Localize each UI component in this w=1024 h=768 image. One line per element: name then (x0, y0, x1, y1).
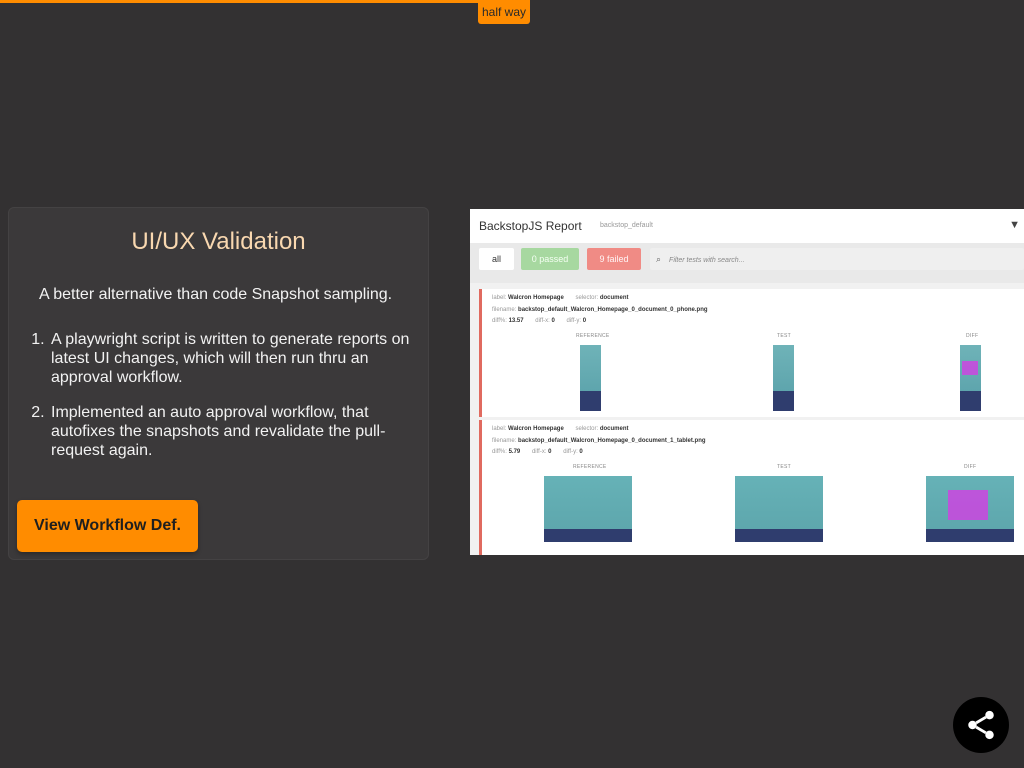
diff-highlight (948, 490, 988, 520)
card-list: A playwright script is written to genera… (49, 330, 433, 476)
report-search: ⌕ Filter tests with search... (650, 248, 1024, 270)
backstop-logo-icon: ▼ (1009, 219, 1020, 231)
slide-card: UI/UX Validation A better alternative th… (8, 207, 429, 560)
report-filters: all 0 passed 9 failed ⌕ Filter tests with… (470, 243, 1024, 283)
reference-thumbnail (580, 345, 601, 411)
test-filename: filename: backstop_default_Walcron_Homep… (492, 307, 708, 313)
test-thumbnail (773, 345, 794, 411)
report-config: backstop_default (600, 222, 653, 229)
col-diff: DIFF (966, 333, 979, 339)
filter-passed: 0 passed (521, 248, 579, 270)
test-row: label: Walcron Homepage selector: docume… (479, 289, 1024, 417)
view-workflow-button[interactable]: View Workflow Def. (17, 500, 198, 552)
test-meta: label: Walcron Homepage selector: docume… (492, 426, 629, 432)
list-item: Implemented an auto approval workflow, t… (49, 403, 433, 460)
test-thumbnail (735, 476, 823, 542)
report-title: BackstopJS Report (479, 219, 582, 233)
diff-highlight (962, 361, 978, 375)
filter-failed: 9 failed (587, 248, 641, 270)
filter-all: all (479, 248, 514, 270)
col-test: TEST (777, 464, 791, 470)
col-diff: DIFF (964, 464, 977, 470)
col-reference: REFERENCE (576, 333, 610, 339)
reference-thumbnail (544, 476, 632, 542)
progress-label: half way (478, 0, 531, 24)
test-diff: diff%: 13.57 diff-x: 0 diff-y: 0 (492, 318, 587, 324)
report-screenshot: BackstopJS Report backstop_default ▼ all… (470, 209, 1024, 555)
share-button[interactable] (953, 697, 1009, 753)
search-placeholder: Filter tests with search... (669, 257, 745, 264)
share-icon (968, 710, 994, 740)
list-item: A playwright script is written to genera… (49, 330, 433, 387)
test-diff: diff%: 5.79 diff-x: 0 diff-y: 0 (492, 449, 583, 455)
card-title: UI/UX Validation (131, 228, 306, 255)
col-test: TEST (777, 333, 791, 339)
test-row: label: Walcron Homepage selector: docume… (479, 420, 1024, 551)
search-icon: ⌕ (656, 254, 662, 264)
test-row (479, 551, 1024, 555)
diff-thumbnail (960, 345, 981, 411)
card-subtitle: A better alternative than code Snapshot … (39, 286, 393, 303)
test-filename: filename: backstop_default_Walcron_Homep… (492, 438, 706, 444)
test-meta: label: Walcron Homepage selector: docume… (492, 295, 629, 301)
col-reference: REFERENCE (573, 464, 607, 470)
report-header: BackstopJS Report backstop_default ▼ (470, 209, 1024, 243)
progress-bar (0, 0, 512, 3)
